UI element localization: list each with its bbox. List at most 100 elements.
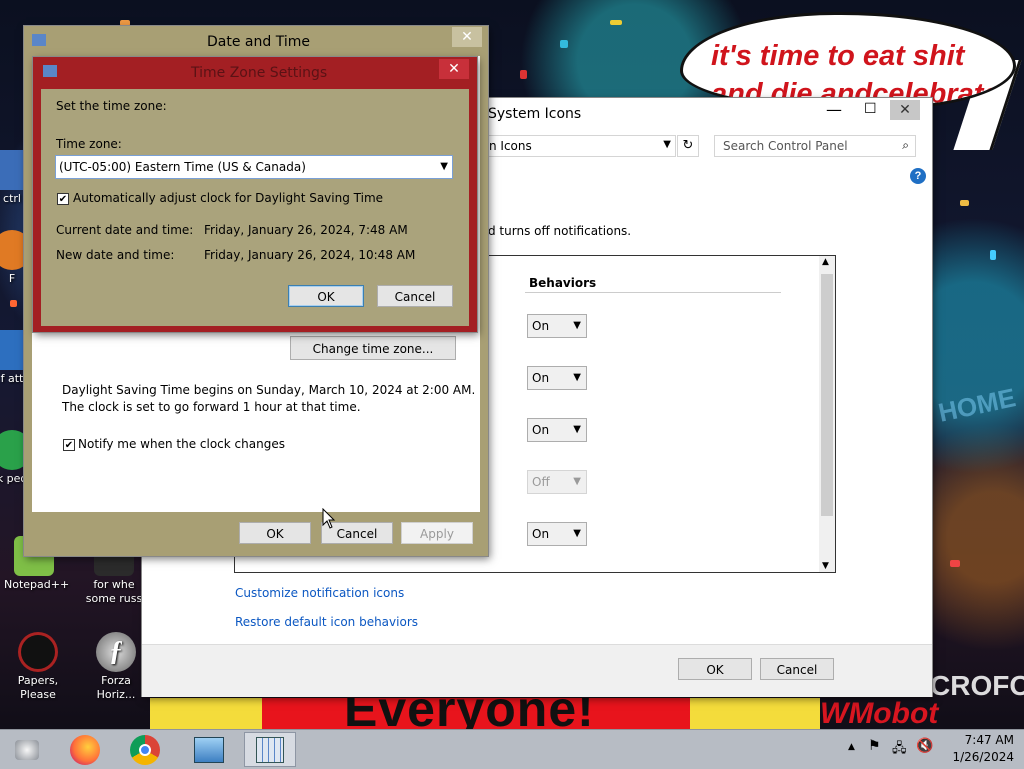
volume-muted-icon[interactable]: 🔇 <box>916 738 933 754</box>
confetti <box>990 250 996 260</box>
clock-time: 7:47 AM <box>964 733 1014 747</box>
behavior-select-disabled: Off ▼ <box>527 470 587 494</box>
confetti <box>10 300 17 307</box>
scroll-up-icon[interactable]: ▲ <box>822 257 829 267</box>
ok-button[interactable]: OK <box>678 658 752 680</box>
time-zone-label: Time zone: <box>56 137 122 151</box>
title-bar: Time Zone Settings ✕ <box>33 57 477 87</box>
behavior-value: On <box>532 423 550 437</box>
auto-dst-checkbox[interactable]: ✔ <box>57 193 69 205</box>
time-zone-select[interactable]: (UTC-05:00) Eastern Time (US & Canada) ▼ <box>55 155 453 179</box>
taskbar-chrome[interactable] <box>120 732 172 767</box>
apply-button: Apply <box>401 522 473 544</box>
help-icon[interactable]: ? <box>910 168 926 184</box>
desktop-icon-forza[interactable]: ƒ Forza Horiz... <box>86 632 146 702</box>
ok-button[interactable]: OK <box>288 285 364 307</box>
taskbar-firefox[interactable] <box>60 732 112 767</box>
current-datetime-label: Current date and time: <box>56 223 194 237</box>
taskbar-date-time[interactable] <box>244 732 296 767</box>
action-center-flag-icon[interactable]: ⚑ <box>868 738 881 754</box>
new-datetime-value: Friday, January 26, 2024, 10:48 AM <box>204 248 416 262</box>
desktop-icon-label: for whe some russ <box>85 578 143 605</box>
desktop-icon-label: Notepad++ <box>4 578 70 591</box>
taskbar: ▲ ⚑ 🖧 🔇 7:47 AM 1/26/2024 <box>0 729 1024 769</box>
calendar-icon <box>43 65 57 77</box>
customize-notification-icons-link[interactable]: Customize notification icons <box>235 586 404 600</box>
search-placeholder: Search Control Panel <box>723 139 848 153</box>
confetti <box>560 40 568 48</box>
refresh-icon[interactable]: ↻ <box>677 135 699 157</box>
address-text: n Icons <box>489 139 532 153</box>
address-bar[interactable]: n Icons ▼ <box>482 135 676 157</box>
new-datetime-label: New date and time: <box>56 248 175 262</box>
time-zone-settings-dialog: Time Zone Settings ✕ Set the time zone: … <box>33 57 477 332</box>
time-zone-value: (UTC-05:00) Eastern Time (US & Canada) <box>59 160 306 174</box>
behavior-value: Off <box>532 475 550 489</box>
wallpaper-yellow-band <box>690 698 820 730</box>
restore-default-behaviors-link[interactable]: Restore default icon behaviors <box>235 615 418 629</box>
desktop-icon-label: Papers, Please <box>17 674 59 701</box>
chevron-down-icon[interactable]: ▼ <box>663 139 671 150</box>
search-input[interactable]: Search Control Panel ⌕ <box>714 135 916 157</box>
title-bar: Date and Time ✕ <box>24 26 488 56</box>
dst-info-line2: The clock is set to go forward 1 hour at… <box>62 400 361 414</box>
dialog-title: Time Zone Settings <box>191 65 328 81</box>
show-hidden-icons[interactable]: ▲ <box>848 742 855 752</box>
behavior-select[interactable]: On ▼ <box>527 314 587 338</box>
confetti <box>520 70 527 79</box>
dst-info-line1: Daylight Saving Time begins on Sunday, M… <box>62 383 476 397</box>
calendar-icon <box>32 34 46 46</box>
behavior-select[interactable]: On ▼ <box>527 418 587 442</box>
search-icon: ⌕ <box>902 138 909 152</box>
ok-button[interactable]: OK <box>239 522 311 544</box>
dialog-footer: OK Cancel <box>142 644 932 697</box>
window-title: System Icons <box>488 106 582 122</box>
wallpaper-sign: HOME <box>935 382 1019 428</box>
current-datetime-value: Friday, January 26, 2024, 7:48 AM <box>204 223 408 237</box>
scrollbar-thumb[interactable] <box>821 274 833 516</box>
scroll-down-icon[interactable]: ▼ <box>822 561 829 571</box>
desktop-icon-label: ctrl <box>3 192 21 205</box>
close-icon[interactable]: ✕ <box>890 100 920 120</box>
close-icon[interactable]: ✕ <box>452 27 482 47</box>
behavior-select[interactable]: On ▼ <box>527 522 587 546</box>
desktop-icon-papers-please[interactable]: Papers, Please <box>8 632 68 702</box>
chevron-down-icon: ▼ <box>573 372 581 383</box>
taskbar-control-panel[interactable] <box>182 732 234 767</box>
maximize-icon[interactable]: ☐ <box>864 101 877 117</box>
start-button[interactable] <box>2 732 52 767</box>
firefox-icon <box>70 735 100 765</box>
calendar-icon <box>256 737 284 763</box>
confetti <box>960 200 969 206</box>
confetti <box>610 20 622 25</box>
minimize-icon[interactable]: — <box>826 100 842 119</box>
window-title: Date and Time <box>207 34 310 50</box>
control-panel-icon <box>194 737 224 763</box>
scrollbar[interactable]: ▲ ▼ <box>819 256 835 572</box>
behavior-select[interactable]: On ▼ <box>527 366 587 390</box>
behavior-value: On <box>532 319 550 333</box>
notify-checkbox[interactable]: ✔ <box>63 439 75 451</box>
clock-date: 1/26/2024 <box>952 750 1014 764</box>
system-clock[interactable]: 7:47 AM 1/26/2024 <box>944 732 1014 766</box>
flash-icon: ƒ <box>96 632 136 672</box>
change-time-zone-button[interactable]: Change time zone... <box>290 336 456 360</box>
desktop-icon-label: f att <box>0 372 24 385</box>
wallpaper-banner: Everyone! <box>262 698 690 730</box>
chevron-down-icon: ▼ <box>573 528 581 539</box>
banner-text: Everyone! <box>344 698 595 730</box>
cancel-button[interactable]: Cancel <box>377 285 453 307</box>
header-divider <box>525 292 781 293</box>
network-icon[interactable]: 🖧 <box>892 739 907 761</box>
mouse-cursor-icon <box>322 508 336 529</box>
description-text: d turns off notifications. <box>488 224 632 238</box>
notify-label: Notify me when the clock changes <box>78 437 285 451</box>
chevron-down-icon: ▼ <box>573 320 581 331</box>
papers-please-icon <box>18 632 58 672</box>
behaviors-header: Behaviors <box>529 276 597 290</box>
wallpaper-yellow-band <box>150 698 262 730</box>
cancel-button[interactable]: Cancel <box>760 658 834 680</box>
wallpaper-sign: CROFOS <box>930 670 1024 701</box>
desktop-icon-label: F <box>8 272 16 285</box>
close-icon[interactable]: ✕ <box>439 59 469 79</box>
